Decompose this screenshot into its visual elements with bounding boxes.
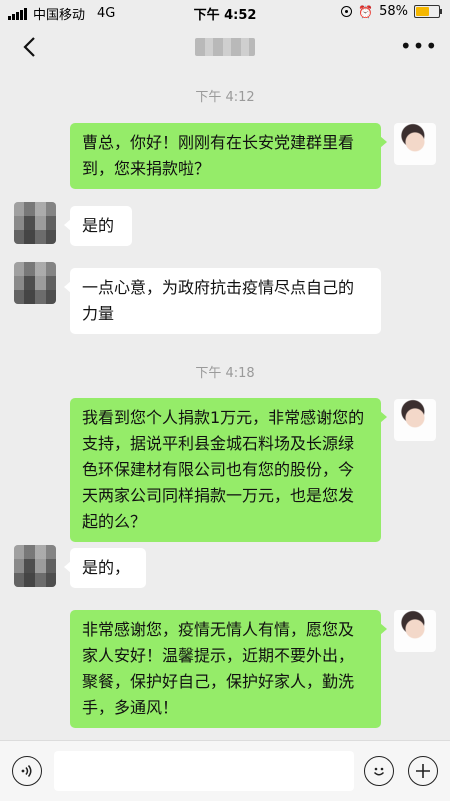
- received-message-bubble[interactable]: 是的，: [64, 548, 146, 588]
- sent-message-bubble[interactable]: 曹总，你好！刚刚有在长安党建群里看到，您来捐款啦？: [70, 123, 387, 189]
- back-button[interactable]: [14, 32, 44, 62]
- timestamp: 下午 4:12: [195, 90, 255, 105]
- status-right: ⏰ 58%: [341, 4, 442, 19]
- battery-fill: [416, 7, 429, 16]
- contact-avatar[interactable]: [14, 202, 56, 244]
- my-avatar[interactable]: [394, 399, 436, 441]
- emoji-button[interactable]: [364, 756, 394, 786]
- chat-header: •••: [0, 24, 450, 70]
- voice-icon: [21, 765, 32, 777]
- my-avatar[interactable]: [394, 610, 436, 652]
- received-message-bubble[interactable]: 一点心意，为政府抗击疫情尽点自己的力量: [64, 268, 381, 334]
- sent-message-bubble[interactable]: 我看到您个人捐款1万元，非常感谢您的支持，据说平利县金城石料场及长源绿色环保建材…: [70, 398, 387, 542]
- sent-message-bubble[interactable]: 非常感谢您，疫情无情人有情，愿您及家人安好！温馨提示，近期不要外出，聚餐，保护好…: [70, 610, 387, 728]
- received-message-bubble[interactable]: 是的: [64, 206, 132, 246]
- contact-avatar[interactable]: [14, 545, 56, 587]
- alarm-icon: ⏰: [358, 4, 374, 19]
- orientation-lock-icon: [341, 6, 353, 17]
- plus-button[interactable]: [408, 756, 438, 786]
- battery-icon: [414, 5, 442, 18]
- contact-avatar[interactable]: [14, 262, 56, 304]
- voice-button[interactable]: [12, 756, 42, 786]
- status-bar: 中国移动 4G 下午 4:52 ⏰ 58%: [0, 0, 450, 24]
- battery-percent: 58%: [379, 4, 408, 19]
- emoji-icon: [373, 767, 385, 776]
- plus-icon: [416, 764, 430, 778]
- more-dots-icon: •••: [399, 34, 439, 58]
- timestamp: 下午 4:18: [195, 366, 255, 381]
- chevron-left-icon: [23, 37, 35, 57]
- input-bar: [0, 740, 450, 801]
- my-avatar[interactable]: [394, 123, 436, 165]
- message-input[interactable]: [54, 751, 354, 791]
- more-button[interactable]: •••: [400, 34, 437, 58]
- contact-name-blurred: [195, 38, 255, 56]
